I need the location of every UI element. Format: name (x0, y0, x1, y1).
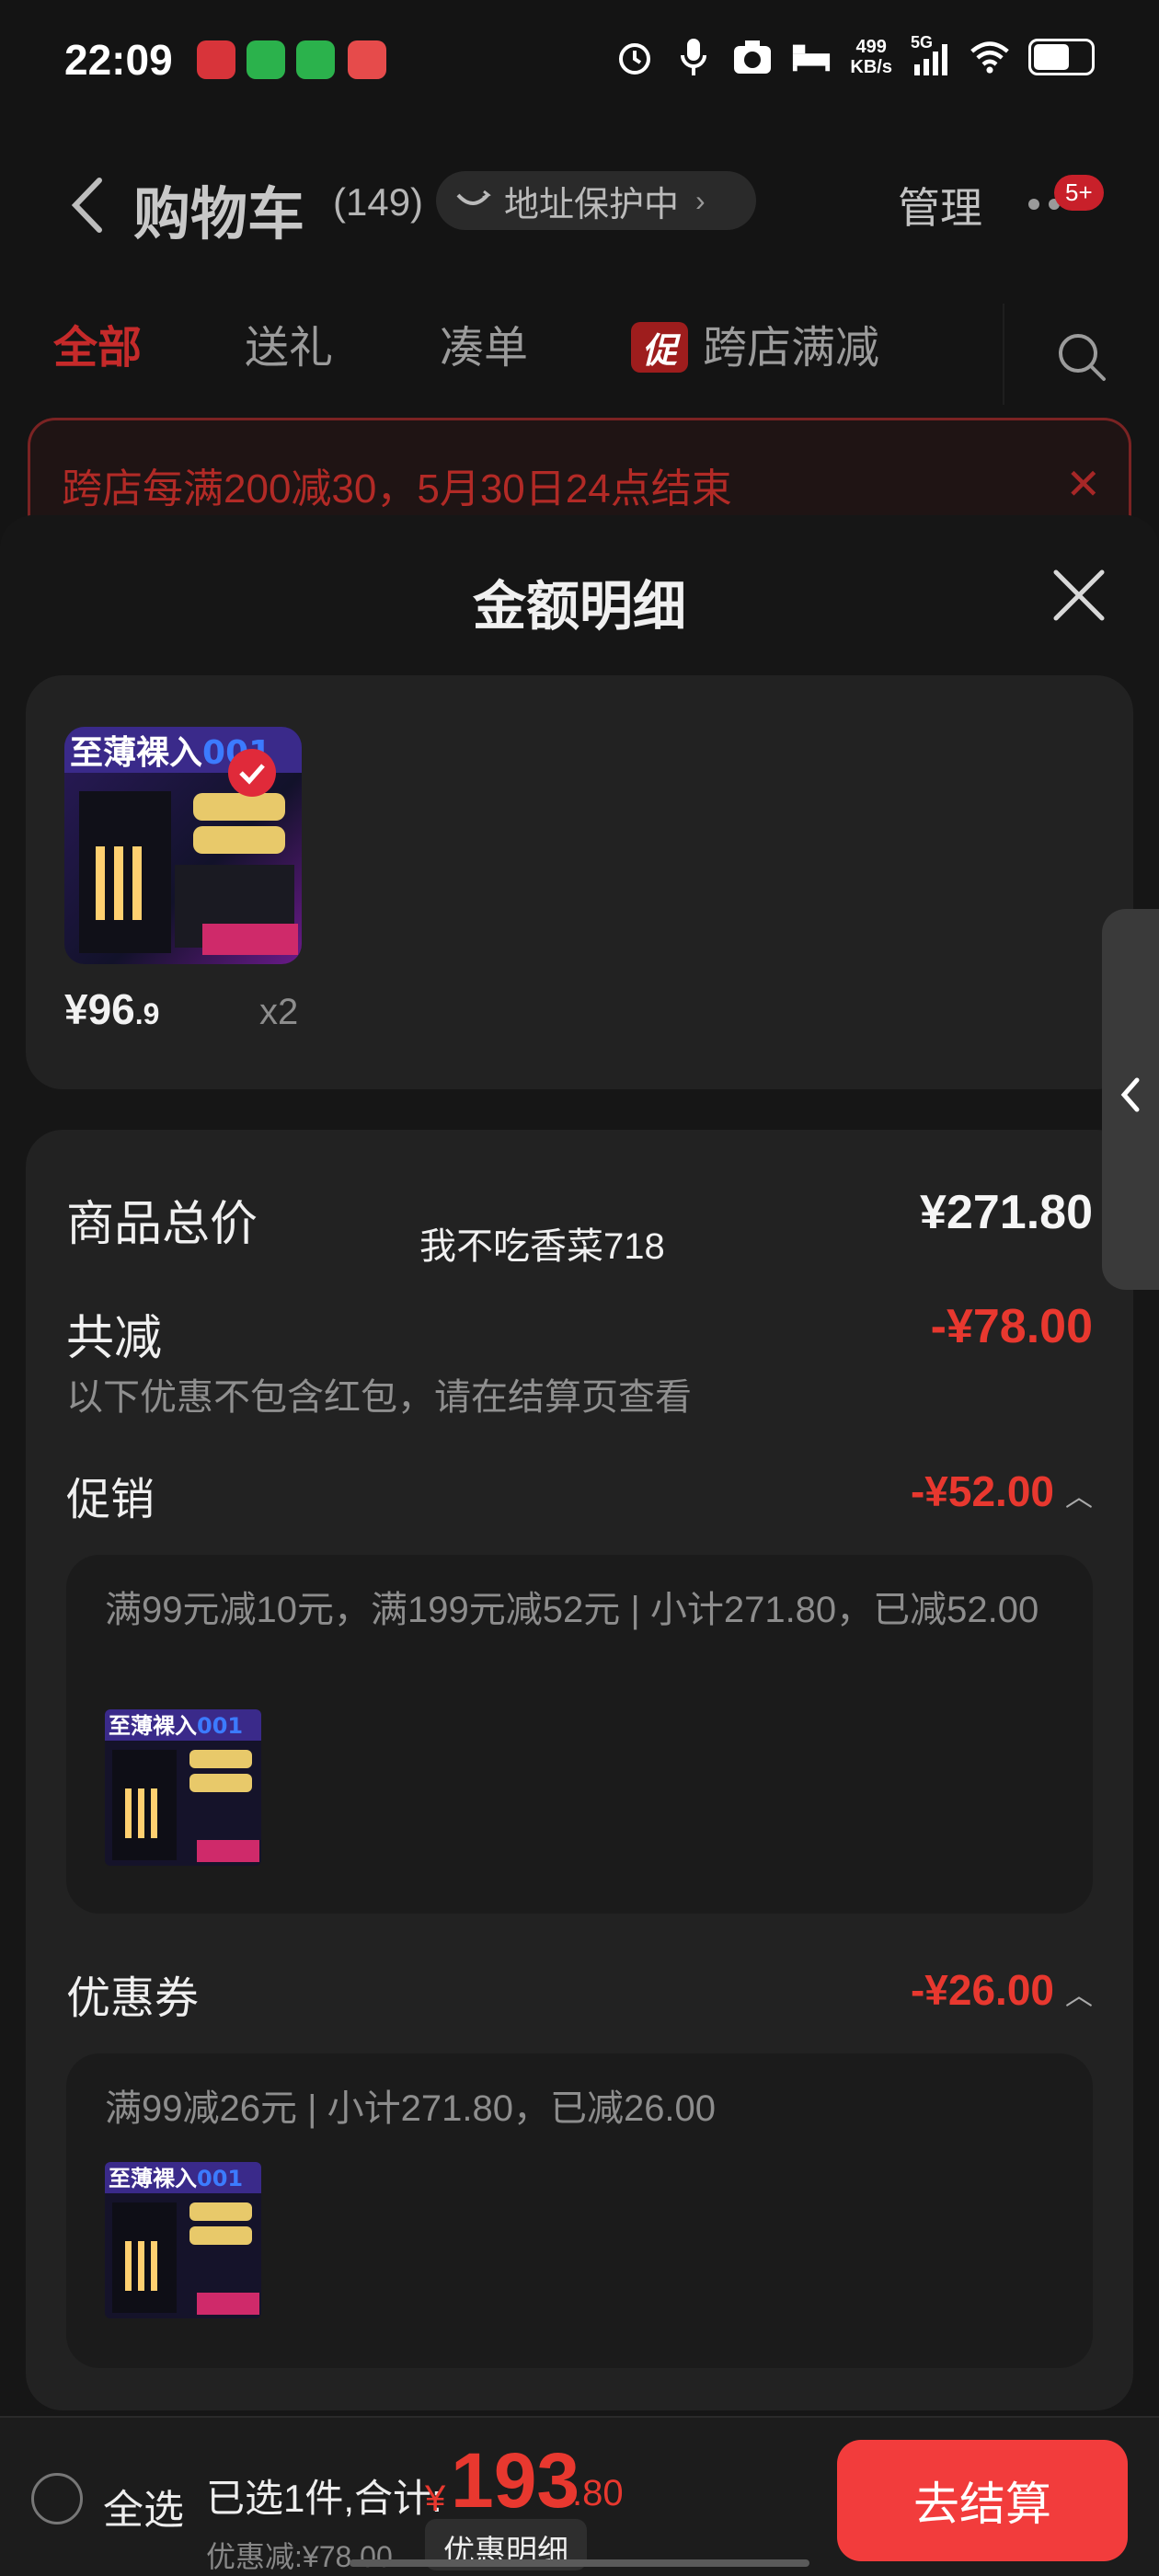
product-quantity: x2 (259, 992, 299, 1032)
discount-note: 优惠减:¥78.00 (206, 2540, 393, 2573)
reduction-hint: 以下优惠不包含红包，请在结算页查看 (66, 1377, 692, 1418)
app-notification-icon (348, 40, 386, 79)
more-menu-button[interactable]: 5+ (1028, 175, 1104, 221)
status-bar: 22:09 499 KB/s 5G (0, 0, 1159, 120)
chevron-up-icon: ︿ (1065, 1981, 1093, 2011)
goods-total-value: ¥271.80 (920, 1186, 1093, 1239)
page-title: 购物车 (133, 183, 305, 247)
close-icon[interactable] (1052, 569, 1106, 622)
wechat-notification-icon (296, 40, 335, 79)
wifi-icon (970, 37, 1010, 77)
coupon-detail-box: 满99减26元 | 小计271.80，已减26.00 至薄裸入001 (66, 2053, 1093, 2368)
amount-detail-sheet: 金额明细 至薄裸入001 ¥96.9 x2 商品总价 我不吃香菜718 ¥271… (0, 515, 1159, 2576)
checkout-button[interactable]: 去结算 (837, 2440, 1128, 2561)
product-price: ¥96.9 (64, 985, 160, 1033)
coupon-rule-text: 满99减26元 | 小计271.80，已减26.00 (105, 2088, 717, 2129)
coupon-value[interactable]: -¥26.00 ︿ (911, 1965, 1093, 2015)
app-notification-icon (197, 40, 235, 79)
sheet-title: 金额明细 (472, 577, 686, 637)
select-all-checkbox[interactable] (31, 2473, 83, 2524)
promotion-rule-text: 满99元减10元，满199元减52元 | 小计271.80，已减52.00 (105, 1590, 1039, 1630)
total-reduction-label: 共减 (66, 1312, 163, 1365)
coupon-label: 优惠券 (66, 1974, 200, 2023)
search-icon (1059, 334, 1106, 381)
tab-bundle[interactable]: 凑单 (440, 311, 528, 375)
promotion-product-thumbnail: 至薄裸入001 (105, 1709, 261, 1866)
back-icon[interactable] (64, 173, 110, 237)
svg-text:至薄裸入001: 至薄裸入001 (109, 1713, 243, 1739)
filter-tabs: 全部 送礼 凑单 促跨店满减 (0, 285, 1159, 405)
selection-summary: 已选1件,合计: (206, 2477, 442, 2520)
search-button[interactable] (1003, 304, 1122, 405)
manage-button[interactable]: 管理 (898, 175, 982, 236)
select-all-label[interactable]: 全选 (103, 2477, 184, 2536)
goods-total-label: 商品总价 (66, 1198, 258, 1251)
total-reduction-value: -¥78.00 (930, 1300, 1093, 1353)
total-amount-decimal: .80 (572, 2473, 624, 2513)
address-protection-pill[interactable]: 地址保护中 › (436, 171, 756, 230)
amount-breakdown-card: 商品总价 我不吃香菜718 ¥271.80 共减 -¥78.00 以下优惠不包含… (26, 1130, 1133, 2410)
selected-products-card: 至薄裸入001 ¥96.9 x2 (26, 675, 1133, 1089)
promotion-value[interactable]: -¥52.00 ︿ (911, 1466, 1093, 1516)
mic-icon (673, 37, 714, 77)
network-speed: 499 KB/s (850, 37, 892, 77)
address-protection-label: 地址保护中 (504, 185, 680, 224)
tab-cross-store-label: 跨店满减 (703, 324, 880, 373)
tab-cross-store-discount[interactable]: 促跨店满减 (631, 311, 879, 375)
smile-icon (456, 190, 491, 205)
sleep-icon (791, 37, 832, 77)
promo-banner: 跨店每满200减30，5月30日24点结束 ✕ (28, 418, 1131, 519)
promo-tag: 促 (631, 322, 689, 373)
chevron-up-icon: ︿ (1065, 1482, 1093, 1512)
cart-count: (149) (333, 180, 424, 224)
close-icon[interactable]: ✕ (1065, 459, 1101, 509)
message-badge: 5+ (1054, 175, 1104, 211)
checkout-bar: 全选 已选1件,合计: ¥ 193 .80 优惠减:¥78.00 优惠明细 去结… (0, 2416, 1159, 2576)
header: 购物车 (149) 地址保护中 › 管理 5+ (0, 147, 1159, 258)
coupon-product-thumbnail: 至薄裸入001 (105, 2162, 261, 2318)
side-drawer-handle[interactable] (1102, 909, 1159, 1290)
home-indicator[interactable] (350, 2559, 809, 2567)
chevron-left-icon (1120, 1077, 1140, 1112)
camera-icon (732, 37, 773, 77)
promotion-label: 促销 (66, 1476, 155, 1524)
tab-gift[interactable]: 送礼 (245, 311, 333, 375)
signal-icon: 5G (911, 33, 951, 77)
status-time: 22:09 (64, 36, 173, 84)
promo-banner-text: 跨店每满200减30，5月30日24点结束 (62, 466, 732, 512)
watermark-text: 我不吃香菜718 (419, 1226, 665, 1267)
chevron-right-icon: › (695, 183, 706, 217)
total-currency: ¥ (425, 2478, 446, 2519)
tab-all[interactable]: 全部 (53, 311, 142, 375)
wechat-notification-icon (247, 40, 285, 79)
battery-icon (1028, 39, 1095, 75)
alarm-icon (614, 37, 655, 77)
total-amount-integer: 193 (451, 2437, 580, 2524)
product-image[interactable]: 至薄裸入001 (64, 727, 302, 964)
promotion-detail-box: 满99元减10元，满199元减52元 | 小计271.80，已减52.00 至薄… (66, 1555, 1093, 1914)
svg-text:至薄裸入001: 至薄裸入001 (109, 2166, 243, 2191)
